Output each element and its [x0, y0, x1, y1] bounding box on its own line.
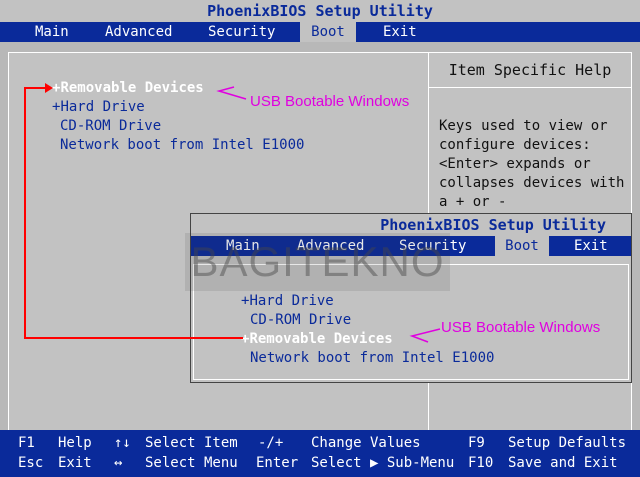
help-line: a + or - [439, 194, 507, 210]
help-line: <Enter> expands or [439, 156, 591, 172]
boot-item-removable[interactable]: +Removable Devices [52, 80, 204, 96]
inset-boot-item-network[interactable]: Network boot from Intel E1000 [250, 350, 494, 366]
tab-security[interactable]: Security [208, 22, 275, 42]
boot-item-label: Network boot from Intel E1000 [60, 137, 305, 153]
footer-label: Change Values [311, 435, 421, 451]
footer-label: Select ▶ Sub-Menu [311, 455, 455, 471]
tab-exit[interactable]: Exit [383, 22, 417, 42]
footer-key: Esc [18, 455, 44, 471]
footer-key: F9 [468, 435, 485, 451]
help-line: Keys used to view or [439, 118, 608, 134]
inset-tab-boot[interactable]: Boot [495, 236, 549, 256]
inset-boot-item-cdrom[interactable]: CD-ROM Drive [250, 312, 351, 328]
footer-label: Save and Exit [508, 455, 618, 471]
footer-label: Select Item [145, 435, 238, 451]
footer-key: Enter [256, 455, 299, 471]
boot-item-network[interactable]: Network boot from Intel E1000 [60, 137, 304, 153]
boot-item-harddrive[interactable]: +Hard Drive [52, 99, 145, 115]
inset-tab-exit[interactable]: Exit [574, 236, 608, 256]
key-help-footer: F1 Help ↑↓ Select Item -/+ Change Values… [0, 430, 640, 477]
boot-item-label: CD-ROM Drive [250, 312, 352, 328]
help-line: collapses devices with [439, 175, 625, 191]
watermark-text: BAGITEKNO [185, 233, 450, 291]
boot-item-label: CD-ROM Drive [60, 118, 162, 134]
boot-item-label: Removable Devices [249, 331, 393, 347]
footer-key: F1 [18, 435, 35, 451]
inset-boot-item-removable[interactable]: +Removable Devices [241, 331, 393, 347]
footer-key: -/+ [258, 435, 284, 451]
annotation-usb-bottom: USB Bootable Windows [441, 319, 601, 336]
footer-label: Help [58, 435, 92, 451]
help-title: Item Specific Help [429, 53, 631, 88]
help-line: configure devices: [439, 137, 591, 153]
boot-item-label: Removable Devices [60, 80, 204, 96]
annotation-usb-top: USB Bootable Windows [250, 93, 410, 110]
footer-key: ↔ [114, 455, 123, 471]
footer-label: Exit [58, 455, 92, 471]
tab-advanced[interactable]: Advanced [105, 22, 172, 42]
bios-title: PhoenixBIOS Setup Utility [0, 0, 640, 22]
boot-item-cdrom[interactable]: CD-ROM Drive [60, 118, 161, 134]
footer-key: ↑↓ [114, 435, 131, 451]
footer-label: Select Menu [145, 455, 238, 471]
help-text: Keys used to view or configure devices: … [439, 117, 624, 212]
boot-item-label: Hard Drive [60, 99, 145, 115]
boot-item-label: Network boot from Intel E1000 [250, 350, 495, 366]
menu-bar: Main Advanced Security Boot Exit [0, 22, 640, 42]
inset-boot-item-harddrive[interactable]: +Hard Drive [241, 293, 334, 309]
tab-main[interactable]: Main [35, 22, 69, 42]
footer-label: Setup Defaults [508, 435, 627, 451]
boot-item-label: Hard Drive [249, 293, 334, 309]
footer-key: F10 [468, 455, 494, 471]
tab-boot[interactable]: Boot [300, 22, 356, 42]
